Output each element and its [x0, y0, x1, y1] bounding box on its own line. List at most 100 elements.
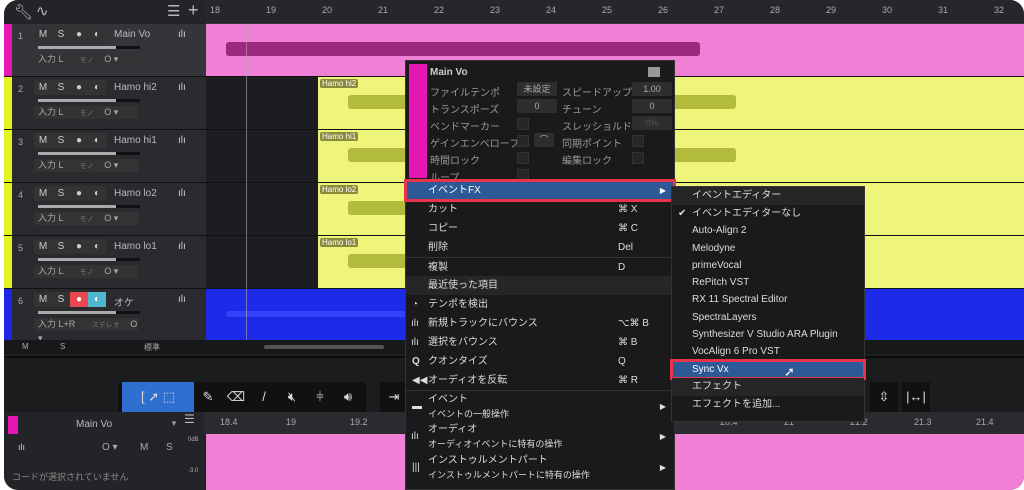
menu-item-event[interactable]: ▬ イベント イベントの一般操作 ▶: [406, 390, 674, 421]
menu-item-event-fx[interactable]: イベントFX ▶: [404, 179, 676, 202]
snap-icon[interactable]: ⇥: [380, 382, 408, 412]
input-select[interactable]: 入力 L モノ O ▾: [34, 53, 138, 66]
track-name[interactable]: Hamo lo1: [114, 241, 157, 252]
input-select[interactable]: 入力 L モノ O ▾: [34, 212, 138, 225]
monitor-button[interactable]: O ▾: [102, 442, 118, 453]
horizontal-scrollbar[interactable]: [264, 345, 384, 349]
menu-item-editor[interactable]: Auto-Align 2: [672, 222, 864, 239]
monitor-button[interactable]: ◐: [88, 239, 106, 254]
timeline-ruler[interactable]: 18 19 20 21 22 23 24 25 26 27 28 29 30 31 32: [206, 0, 1024, 24]
volume-fader[interactable]: [38, 205, 140, 208]
volume-fader[interactable]: [38, 46, 140, 49]
menu-item-duplicate[interactable]: 複製 D: [406, 257, 674, 276]
volume-fader[interactable]: [38, 311, 140, 314]
loop-checkbox[interactable]: [517, 169, 529, 181]
chevron-down-icon[interactable]: ▼: [170, 419, 178, 428]
solo-button[interactable]: S: [52, 80, 70, 95]
volume-fader[interactable]: [38, 258, 140, 261]
track-header[interactable]: 1 M S ● ◐ Main Vo ılı 入力 L モノ O ▾: [4, 24, 206, 77]
track-header[interactable]: 2 M S ● ◐ Hamo hi2 ılı 入力 L モノ O ▾: [4, 77, 206, 130]
input-select[interactable]: 入力 L モノ O ▾: [34, 159, 138, 172]
solo-button[interactable]: S: [52, 27, 70, 42]
menu-item-add-effect[interactable]: エフェクトを追加...: [672, 396, 864, 414]
input-select[interactable]: 入力 L+R ステレオ O ▾: [34, 318, 138, 343]
envelope-icon[interactable]: ⌒: [534, 133, 554, 147]
record-button[interactable]: ●: [70, 80, 88, 95]
speedup-field[interactable]: 1.00: [632, 82, 672, 96]
solo-button[interactable]: S: [52, 186, 70, 201]
add-track-icon[interactable]: +: [188, 0, 199, 21]
track-name[interactable]: Main Vo: [114, 29, 150, 40]
menu-item-editor[interactable]: ✔ イベントエディターなし: [672, 205, 864, 222]
menu-item-detect-tempo[interactable]: ◔ テンポを検出: [406, 295, 674, 314]
eraser-tool-icon[interactable]: ⌫: [222, 382, 250, 412]
monitor-button[interactable]: ◐: [88, 186, 106, 201]
paint-tool-icon[interactable]: /: [250, 382, 278, 412]
mute-button[interactable]: M: [34, 27, 52, 42]
pencil-tool-icon[interactable]: ✎: [194, 382, 222, 412]
menu-item-editor[interactable]: VocAlign 6 Pro VST: [672, 343, 864, 360]
menu-item-editor[interactable]: RePitch VST: [672, 274, 864, 291]
mute-tool-icon[interactable]: 🔇︎: [278, 382, 306, 412]
record-button[interactable]: ●: [70, 239, 88, 254]
track-name[interactable]: Hamo hi2: [114, 82, 157, 93]
wrench-icon[interactable]: 🔧︎: [14, 3, 33, 21]
monitor-button[interactable]: ◐: [88, 292, 106, 307]
menu-item-copy[interactable]: コピー ⌘ C: [406, 219, 674, 238]
editor-track-name[interactable]: Main Vo: [76, 419, 112, 430]
tune-field[interactable]: 0: [632, 99, 672, 113]
solo-button[interactable]: S: [52, 292, 70, 307]
menu-item-instrument[interactable]: ||| インストゥルメントパート インストゥルメントパートに特有の操作 ▶: [406, 452, 674, 483]
solo-button[interactable]: S: [52, 133, 70, 148]
record-button[interactable]: ●: [70, 27, 88, 42]
volume-fader[interactable]: [38, 99, 140, 102]
track-name[interactable]: オケ: [114, 294, 134, 309]
editor-mute[interactable]: M: [140, 442, 148, 453]
monitor-button[interactable]: ◐: [88, 80, 106, 95]
menu-item-editor[interactable]: SpectraLayers: [672, 309, 864, 326]
mute-button[interactable]: M: [34, 239, 52, 254]
track-list-icon[interactable]: ☰: [167, 2, 180, 20]
menu-item-bounce-new-track[interactable]: ılı 新規トラックにバウンス ⌥⌘ B: [406, 314, 674, 333]
listen-tool-icon[interactable]: 🔊︎: [334, 382, 362, 412]
menu-item-editor[interactable]: Sync Vx: [670, 358, 866, 381]
editor-list-icon[interactable]: ☰: [184, 412, 195, 426]
gain-envelope-checkbox[interactable]: [517, 135, 529, 147]
split-tool-icon[interactable]: ⫩: [306, 382, 334, 412]
track-header[interactable]: 3 M S ● ◐ Hamo hi1 ılı 入力 L モノ O ▾: [4, 130, 206, 183]
threshold-field[interactable]: 0%: [632, 116, 672, 130]
track-name[interactable]: Hamo hi1: [114, 135, 157, 146]
automation-icon[interactable]: ∿: [36, 2, 49, 20]
volume-fader[interactable]: [38, 152, 140, 155]
zoom-vertical-icon[interactable]: ⇳: [870, 382, 898, 412]
record-button[interactable]: ●: [70, 292, 88, 307]
record-button[interactable]: ●: [70, 133, 88, 148]
input-select[interactable]: 入力 L モノ O ▾: [34, 265, 138, 278]
menu-item-editor[interactable]: Melodyne: [672, 240, 864, 257]
color-swatch[interactable]: [648, 67, 660, 77]
mute-button[interactable]: M: [34, 186, 52, 201]
edit-lock-checkbox[interactable]: [632, 152, 644, 164]
mute-button[interactable]: M: [34, 292, 52, 307]
mute-button[interactable]: M: [34, 80, 52, 95]
solo-button[interactable]: S: [52, 239, 70, 254]
menu-item-editor[interactable]: RX 11 Spectral Editor: [672, 291, 864, 308]
bend-marker-checkbox[interactable]: [517, 118, 529, 130]
mute-button[interactable]: M: [34, 133, 52, 148]
monitor-button[interactable]: ◐: [88, 27, 106, 42]
menu-item-editor[interactable]: Synthesizer V Studio ARA Plugin: [672, 326, 864, 343]
transpose-field[interactable]: 0: [517, 99, 557, 113]
record-button[interactable]: ●: [70, 186, 88, 201]
menu-item-reverse-audio[interactable]: ◀◀ オーディオを反転 ⌘ R: [406, 371, 674, 390]
select-tool-group[interactable]: [ ➚ ⬚: [122, 382, 194, 412]
track-name[interactable]: Hamo lo2: [114, 188, 157, 199]
menu-item-audio[interactable]: ılı オーディオ オーディオイベントに特有の操作 ▶: [406, 421, 674, 452]
view-select[interactable]: 標準: [144, 342, 160, 353]
track-header[interactable]: 4 M S ● ◐ Hamo lo2 ılı 入力 L モノ O ▾: [4, 183, 206, 236]
time-lock-checkbox[interactable]: [517, 152, 529, 164]
sync-point-checkbox[interactable]: [632, 135, 644, 147]
menu-item-delete[interactable]: 削除 Del: [406, 238, 674, 257]
input-select[interactable]: 入力 L モノ O ▾: [34, 106, 138, 119]
track-header[interactable]: 6 M S ● ◐ オケ ılı 入力 L+R ステレオ O ▾: [4, 289, 206, 343]
monitor-button[interactable]: ◐: [88, 133, 106, 148]
